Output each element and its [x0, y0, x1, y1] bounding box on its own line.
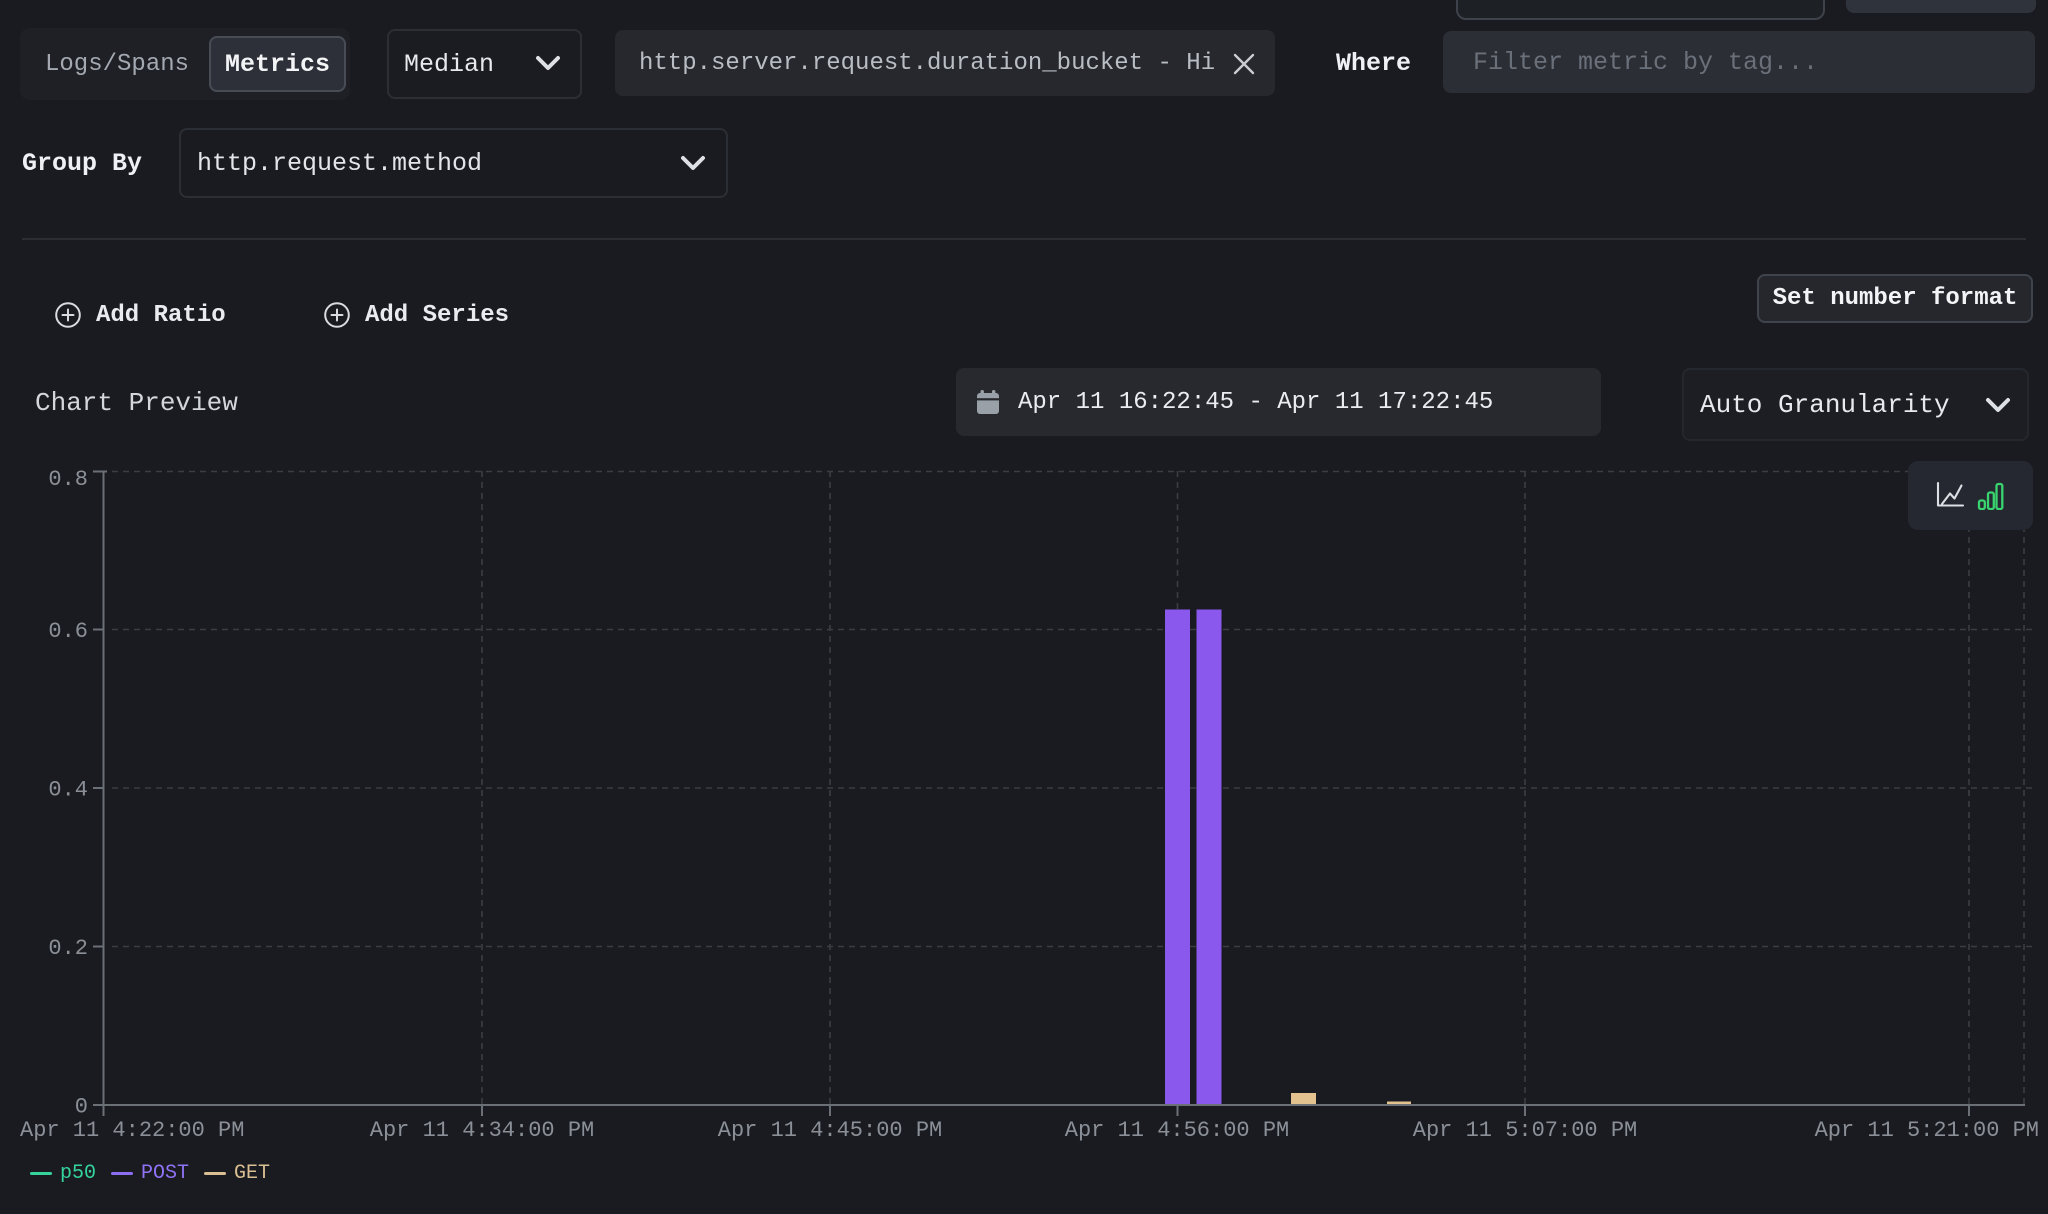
svg-text:0.2: 0.2	[48, 936, 88, 961]
svg-text:Apr 11 4:45:00 PM: Apr 11 4:45:00 PM	[718, 1118, 942, 1143]
svg-text:0.4: 0.4	[48, 778, 88, 803]
svg-text:Apr 11 4:56:00 PM: Apr 11 4:56:00 PM	[1065, 1118, 1289, 1143]
svg-text:Apr 11 5:21:00 PM: Apr 11 5:21:00 PM	[1815, 1118, 2039, 1143]
svg-text:Apr 11 5:07:00 PM: Apr 11 5:07:00 PM	[1413, 1118, 1637, 1143]
svg-text:Apr 11 4:22:00 PM: Apr 11 4:22:00 PM	[20, 1118, 244, 1143]
svg-text:0: 0	[75, 1095, 88, 1120]
svg-text:Apr 11 4:34:00 PM: Apr 11 4:34:00 PM	[370, 1118, 594, 1143]
svg-text:0.6: 0.6	[48, 619, 88, 644]
svg-text:0.8: 0.8	[48, 467, 88, 492]
